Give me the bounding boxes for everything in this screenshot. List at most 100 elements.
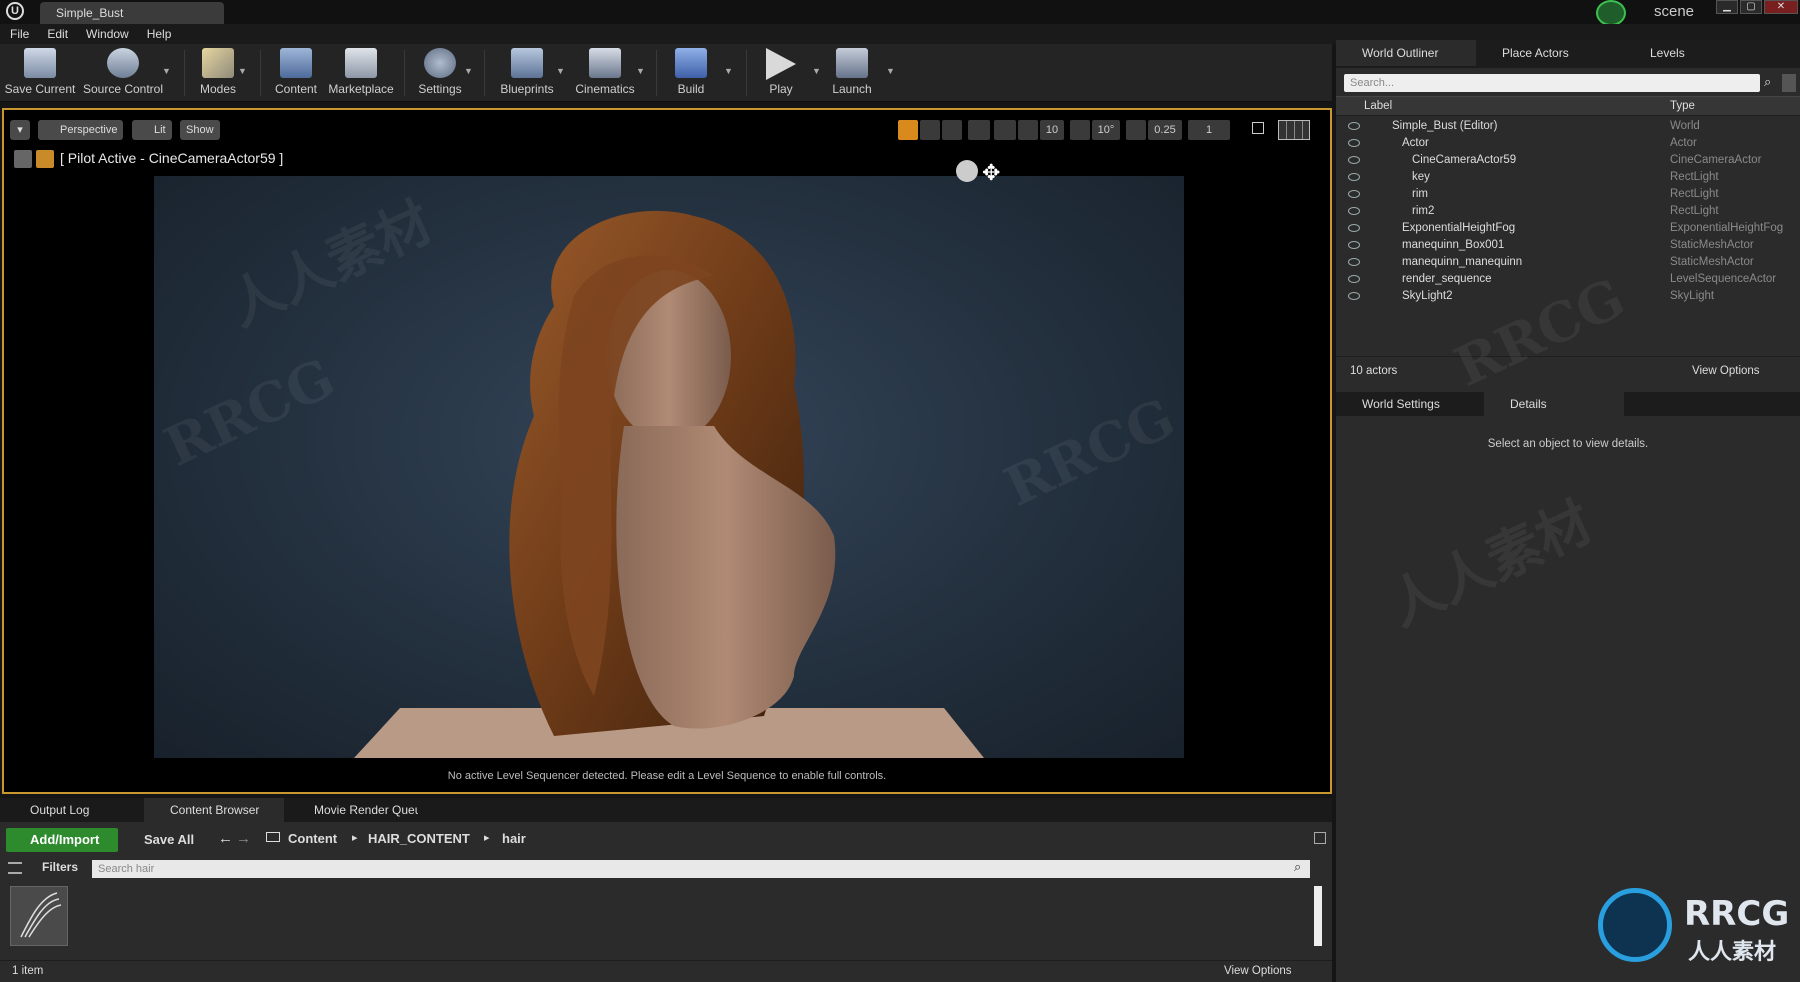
details-tabs: World Settings Details — [1336, 392, 1800, 416]
menu-window[interactable]: Window — [86, 27, 129, 41]
tab-levels[interactable]: Levels — [1624, 40, 1764, 66]
add-filter-icon[interactable] — [1782, 74, 1796, 92]
visibility-icon[interactable] — [1348, 258, 1360, 266]
rotate-tool-icon[interactable] — [920, 120, 940, 140]
maximize-button[interactable]: ▢ — [1740, 0, 1762, 14]
eject-icon[interactable] — [14, 150, 32, 168]
cinematics-button[interactable]: Cinematics — [570, 48, 640, 100]
content-scrollbar[interactable] — [1314, 886, 1322, 946]
hair-asset-thumbnail[interactable] — [10, 886, 68, 946]
outliner-row[interactable]: CineCameraActor59 CineCameraActor — [1336, 152, 1800, 169]
outliner-view-options[interactable]: View Options — [1692, 365, 1760, 377]
viewport-options-button[interactable]: ▾ — [10, 120, 30, 140]
tab-content-browser[interactable]: Content Browser — [144, 798, 284, 822]
back-arrow-icon[interactable]: ← — [218, 830, 233, 847]
rotation-snap-icon[interactable] — [1070, 120, 1090, 140]
tab-output-log[interactable]: Output Log — [4, 798, 144, 822]
bottom-tabs: Output Log Content Browser Movie Render … — [0, 798, 1332, 822]
save-all-button[interactable]: Save All — [128, 832, 194, 847]
cinematics-dropdown[interactable]: ▼ — [636, 66, 645, 76]
settings-button[interactable]: Settings — [412, 48, 468, 100]
column-type[interactable]: Type — [1670, 100, 1695, 112]
scale-snap-icon[interactable] — [1126, 120, 1146, 140]
world-local-icon[interactable] — [968, 120, 990, 140]
menu-file[interactable]: File — [10, 27, 29, 41]
content-button[interactable]: Content — [268, 48, 324, 100]
outliner-row[interactable]: key RectLight — [1336, 169, 1800, 186]
visibility-icon[interactable] — [1348, 122, 1360, 130]
layout-icon[interactable] — [1278, 120, 1310, 140]
content-view-options[interactable]: View Options — [1224, 965, 1292, 977]
blueprints-dropdown[interactable]: ▼ — [556, 66, 565, 76]
translate-tool-icon[interactable] — [898, 120, 918, 140]
outliner-row[interactable]: manequinn_manequinn StaticMeshActor — [1336, 254, 1800, 271]
tab-place-actors[interactable]: Place Actors — [1476, 40, 1622, 66]
visibility-icon[interactable] — [1348, 224, 1360, 232]
sequencer-message: No active Level Sequencer detected. Plea… — [447, 770, 887, 782]
show-button[interactable]: Show — [180, 120, 220, 140]
visibility-icon[interactable] — [1348, 190, 1360, 198]
camera-speed-button[interactable]: 1 — [1188, 120, 1230, 140]
unreal-logo-icon: U — [6, 2, 24, 20]
visibility-icon[interactable] — [1348, 292, 1360, 300]
launch-button[interactable]: Launch — [824, 48, 880, 100]
menu-help[interactable]: Help — [147, 27, 172, 41]
tab-world-settings[interactable]: World Settings — [1336, 392, 1476, 416]
save-current-button[interactable]: Save Current — [4, 48, 76, 100]
visibility-icon[interactable] — [1348, 275, 1360, 283]
modes-button[interactable]: Modes — [192, 48, 244, 100]
grid-snap-value[interactable]: 10 — [1040, 120, 1064, 140]
lit-button[interactable]: Lit — [132, 120, 172, 140]
visibility-icon[interactable] — [1348, 207, 1360, 215]
build-button[interactable]: Build — [664, 48, 718, 100]
marketplace-button[interactable]: Marketplace — [326, 48, 396, 100]
outliner-row[interactable]: Actor Actor — [1336, 135, 1800, 152]
outliner-search-input[interactable]: Search... — [1344, 74, 1760, 92]
tab-details[interactable]: Details — [1484, 392, 1624, 416]
content-search-input[interactable]: Search hair — [92, 860, 1310, 878]
surface-snap-icon[interactable] — [994, 120, 1016, 140]
modes-dropdown[interactable]: ▼ — [238, 66, 247, 76]
launch-dropdown[interactable]: ▼ — [886, 66, 895, 76]
grid-snap-icon[interactable] — [1018, 120, 1038, 140]
level-tab[interactable]: Simple_Bust — [40, 2, 224, 24]
close-button[interactable]: ✕ — [1764, 0, 1798, 14]
breadcrumb-content[interactable]: Content — [288, 831, 337, 846]
outliner-row[interactable]: rim RectLight — [1336, 186, 1800, 203]
perspective-button[interactable]: Perspective — [38, 120, 124, 140]
outliner-row[interactable]: Simple_Bust (Editor) World — [1336, 118, 1800, 135]
maximize-viewport-icon[interactable] — [1252, 122, 1264, 134]
tab-movie-render-queue[interactable]: Movie Render Queu — [288, 798, 418, 822]
scale-snap-value[interactable]: 0.25 — [1148, 120, 1182, 140]
source-control-button[interactable]: Source Control — [82, 48, 164, 100]
blueprints-button[interactable]: Blueprints — [494, 48, 560, 100]
sources-toggle-icon[interactable] — [8, 862, 22, 874]
settings-dropdown[interactable]: ▼ — [464, 66, 473, 76]
toolbar-divider — [260, 50, 261, 96]
outliner-row[interactable]: rim2 RectLight — [1336, 203, 1800, 220]
cinematics-icon — [589, 48, 621, 78]
visibility-icon[interactable] — [1348, 173, 1360, 181]
outliner-row[interactable]: manequinn_Box001 StaticMeshActor — [1336, 237, 1800, 254]
visibility-icon[interactable] — [1348, 241, 1360, 249]
column-label[interactable]: Label — [1364, 100, 1392, 112]
build-dropdown[interactable]: ▼ — [724, 66, 733, 76]
outliner-row[interactable]: ExponentialHeightFog ExponentialHeightFog — [1336, 220, 1800, 237]
visibility-icon[interactable] — [1348, 156, 1360, 164]
scene-indicator[interactable]: scene — [1596, 0, 1716, 26]
play-dropdown[interactable]: ▼ — [812, 66, 821, 76]
tab-world-outliner[interactable]: World Outliner — [1336, 40, 1476, 66]
scale-tool-icon[interactable] — [942, 120, 962, 140]
menu-edit[interactable]: Edit — [47, 27, 68, 41]
breadcrumb-hair[interactable]: hair — [502, 831, 526, 846]
source-control-dropdown[interactable]: ▼ — [162, 66, 171, 76]
minimize-button[interactable]: ▁ — [1716, 0, 1738, 14]
breadcrumb-hair-content[interactable]: HAIR_CONTENT — [368, 831, 470, 846]
filters-button[interactable]: Filters — [30, 860, 78, 874]
rotation-snap-value[interactable]: 10° — [1092, 120, 1120, 140]
forward-arrow-icon[interactable]: → — [236, 830, 251, 847]
add-import-button[interactable]: Add/Import — [6, 828, 118, 852]
visibility-icon[interactable] — [1348, 139, 1360, 147]
play-button[interactable]: Play — [754, 48, 808, 100]
lock-icon[interactable] — [1314, 832, 1326, 844]
